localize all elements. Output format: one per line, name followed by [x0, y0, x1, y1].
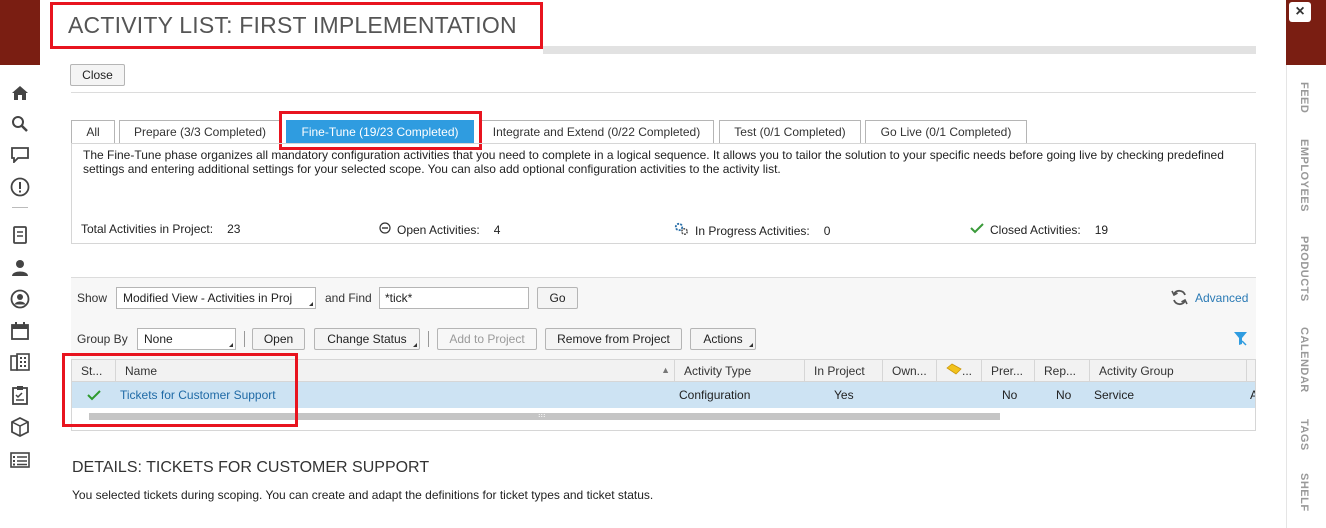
column-header-in-project[interactable]: In Project	[805, 360, 883, 382]
activity-group-cell: Service	[1094, 388, 1135, 402]
column-header-activity-type[interactable]: Activity Type	[675, 360, 805, 382]
person-icon[interactable]	[9, 288, 31, 310]
change-status-button[interactable]: Change Status	[314, 328, 420, 350]
stat-total-label: Total Activities in Project:	[81, 222, 214, 236]
stat-open: Open Activities: 4	[379, 222, 500, 237]
tab-integrate-extend[interactable]: Integrate and Extend (0/22 Completed)	[479, 120, 714, 143]
show-view-value: Modified View - Activities in Proj	[123, 291, 293, 305]
vtab-shelf[interactable]: SHELF	[1298, 473, 1310, 512]
stat-closed-value: 19	[1094, 222, 1109, 237]
row-highlight	[62, 353, 298, 427]
calendar-icon[interactable]	[9, 320, 31, 342]
prerequisite-cell: No	[1002, 388, 1018, 402]
actions-button[interactable]: Actions	[690, 328, 756, 350]
column-header-owner[interactable]: Own...	[883, 360, 937, 382]
activity-type-cell: Configuration	[679, 388, 751, 402]
column-header-flag-label: ...	[962, 363, 973, 378]
dropdown-icon	[413, 343, 417, 347]
minus-circle-icon	[379, 222, 391, 237]
column-header-prerequisite[interactable]: Prer...	[982, 360, 1035, 382]
divider	[71, 92, 1256, 93]
clipboard-icon[interactable]	[9, 384, 31, 406]
alert-icon[interactable]	[9, 176, 31, 198]
go-button[interactable]: Go	[537, 287, 578, 309]
people-icon[interactable]	[9, 257, 31, 279]
chat-icon[interactable]	[9, 144, 31, 166]
stat-in-progress-value: 0	[823, 223, 831, 238]
gears-icon	[674, 222, 689, 239]
stat-total: Total Activities in Project: 23	[81, 222, 240, 236]
remove-from-project-button[interactable]: Remove from Project	[545, 328, 682, 350]
close-button[interactable]: Close	[70, 64, 125, 86]
column-header-repeatable[interactable]: Rep...	[1035, 360, 1090, 382]
stat-closed: Closed Activities: 19	[970, 222, 1108, 237]
tab-prepare[interactable]: Prepare (3/3 Completed)	[119, 120, 281, 143]
show-label: Show	[77, 291, 108, 305]
left-rail-header	[0, 0, 40, 65]
vtab-products[interactable]: PRODUCTS	[1298, 236, 1310, 302]
find-input[interactable]: *tick*	[379, 287, 529, 309]
title-divider	[543, 46, 1256, 54]
close-icon[interactable]: ×	[1289, 2, 1311, 22]
dropdown-icon	[749, 343, 753, 347]
box-icon[interactable]	[9, 416, 31, 438]
stat-open-label: Open Activities:	[397, 222, 480, 237]
group-by-value: None	[144, 332, 173, 346]
search-icon[interactable]	[9, 113, 31, 135]
toolbar-separator	[244, 331, 245, 347]
tab-test[interactable]: Test (0/1 Completed)	[719, 120, 861, 143]
details-title: DETAILS: TICKETS FOR CUSTOMER SUPPORT	[72, 459, 430, 476]
filter-icon[interactable]	[1233, 331, 1248, 349]
column-header-overflow	[1247, 360, 1255, 382]
title-highlight	[50, 2, 543, 49]
details-text: You selected tickets during scoping. You…	[72, 488, 654, 502]
column-header-activity-group[interactable]: Activity Group	[1090, 360, 1247, 382]
vtab-calendar[interactable]: CALENDAR	[1298, 327, 1310, 393]
stat-open-value: 4	[493, 222, 501, 237]
stat-closed-label: Closed Activities:	[990, 222, 1081, 237]
open-button[interactable]: Open	[252, 328, 305, 350]
dropdown-icon	[229, 343, 233, 347]
notebook-icon[interactable]	[9, 224, 31, 246]
checkmark-icon	[970, 222, 984, 237]
stat-in-progress: In Progress Activities: 0	[674, 222, 830, 239]
dropdown-icon	[309, 302, 313, 306]
actions-label: Actions	[703, 332, 743, 346]
toolbar-separator	[428, 331, 429, 347]
vtab-tags[interactable]: TAGS	[1298, 419, 1310, 451]
refresh-icon[interactable]	[1171, 289, 1188, 309]
vtab-employees[interactable]: EMPLOYEES	[1298, 139, 1310, 212]
show-view-select[interactable]: Modified View - Activities in Proj	[116, 287, 316, 309]
change-status-label: Change Status	[327, 332, 407, 346]
overflow-cell: A	[1250, 382, 1255, 408]
in-project-cell: Yes	[834, 388, 854, 402]
rail-divider	[12, 207, 28, 208]
tag-icon	[946, 363, 962, 378]
stat-total-value: 23	[227, 222, 241, 236]
sort-ascending-icon: ▲	[661, 365, 670, 375]
home-icon[interactable]	[9, 82, 31, 104]
add-to-project-button[interactable]: Add to Project	[437, 328, 537, 350]
find-label: and Find	[325, 291, 372, 305]
building-icon[interactable]	[9, 351, 31, 373]
scrollbar-grip-icon: ⁞⁞⁞	[538, 409, 546, 419]
repeatable-cell: No	[1056, 388, 1072, 402]
phase-description: The Fine-Tune phase organizes all mandat…	[83, 148, 1224, 176]
activity-list-panel	[40, 0, 1286, 528]
tab-go-live[interactable]: Go Live (0/1 Completed)	[865, 120, 1027, 143]
group-by-select[interactable]: None	[137, 328, 236, 350]
stat-in-progress-label: In Progress Activities:	[695, 223, 810, 238]
advanced-link[interactable]: Advanced	[1195, 291, 1248, 305]
list-icon[interactable]	[9, 449, 31, 471]
vtab-feed[interactable]: FEED	[1298, 82, 1310, 113]
column-header-flag[interactable]: ...	[937, 360, 982, 382]
tab-all[interactable]: All	[71, 120, 115, 143]
group-by-label: Group By	[77, 332, 128, 346]
